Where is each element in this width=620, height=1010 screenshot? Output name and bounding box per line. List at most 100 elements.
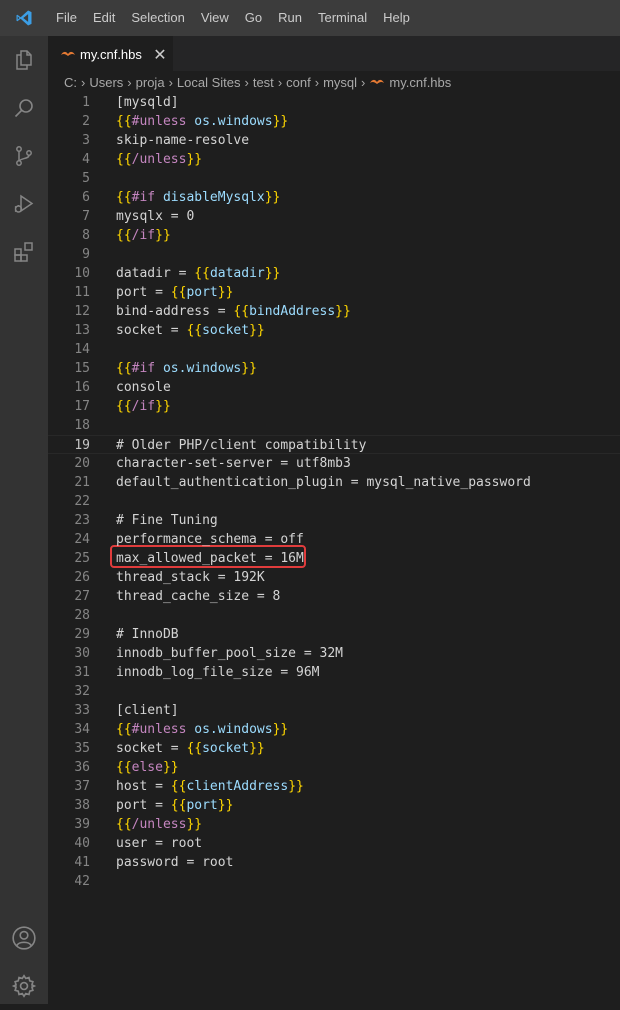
line-number: 41 xyxy=(74,855,90,870)
code-text: {{#unless os.windows}} xyxy=(116,720,288,739)
line-number: 38 xyxy=(74,798,90,813)
menu-go[interactable]: Go xyxy=(237,0,270,36)
code-line[interactable]: 6 {{#if disableMysqlx}} xyxy=(48,188,620,207)
code-line[interactable]: 36 {{else}} xyxy=(48,758,620,777)
line-number: 6 xyxy=(82,190,90,205)
code-line[interactable]: 9 xyxy=(48,245,620,264)
breadcrumb-item[interactable]: Local Sites xyxy=(177,75,241,90)
code-line[interactable]: 26 thread_stack = 192K xyxy=(48,568,620,587)
code-editor[interactable]: 1 [mysqld] 2 {{#unless os.windows}} 3 skip-na… xyxy=(48,93,620,1004)
breadcrumb-item[interactable]: proja xyxy=(136,75,165,90)
code-line[interactable]: 11 port = {{port}} xyxy=(48,283,620,302)
code-line[interactable]: 27 thread_cache_size = 8 xyxy=(48,587,620,606)
line-number: 19 xyxy=(74,438,90,453)
code-token: # InnoDB xyxy=(116,627,179,642)
code-line[interactable]: 21 default_authentication_plugin = mysql_… xyxy=(48,473,620,492)
line-number: 26 xyxy=(74,570,90,585)
code-token: password = root xyxy=(116,855,234,870)
line-number: 21 xyxy=(74,475,90,490)
search-icon[interactable] xyxy=(0,84,48,132)
run-debug-icon[interactable] xyxy=(0,180,48,228)
code-line[interactable]: 33 [client] xyxy=(48,701,620,720)
account-icon[interactable] xyxy=(0,914,48,962)
code-line[interactable]: 24 performance_schema = off xyxy=(48,530,620,549)
code-token: {{ xyxy=(116,228,132,243)
code-text: socket = {{socket}} xyxy=(116,321,265,340)
menu-terminal[interactable]: Terminal xyxy=(310,0,375,36)
code-line[interactable]: 8 {{/if}} xyxy=(48,226,620,245)
code-line[interactable]: 1 [mysqld] xyxy=(48,93,620,112)
chevron-right-icon: › xyxy=(81,74,86,90)
code-line[interactable]: 12 bind-address = {{bindAddress}} xyxy=(48,302,620,321)
line-number: 10 xyxy=(74,266,90,281)
chevron-right-icon: › xyxy=(127,74,132,90)
code-line[interactable]: 2 {{#unless os.windows}} xyxy=(48,112,620,131)
code-text: {{#unless os.windows}} xyxy=(116,112,288,131)
code-text: skip-name-resolve xyxy=(116,131,249,150)
code-line[interactable]: 14 xyxy=(48,340,620,359)
code-token: thread_stack = 192K xyxy=(116,570,265,585)
code-line[interactable]: 39 {{/unless}} xyxy=(48,815,620,834)
code-line[interactable]: 31 innodb_log_file_size = 96M xyxy=(48,663,620,682)
code-text: {{/if}} xyxy=(116,226,171,245)
code-line[interactable]: 32 xyxy=(48,682,620,701)
menu-help[interactable]: Help xyxy=(375,0,418,36)
code-line[interactable]: 25 max_allowed_packet = 16M xyxy=(48,549,620,568)
code-line[interactable]: 34 {{#unless os.windows}} xyxy=(48,720,620,739)
code-line[interactable]: 38 port = {{port}} xyxy=(48,796,620,815)
source-control-icon[interactable] xyxy=(0,132,48,180)
code-text: socket = {{socket}} xyxy=(116,739,265,758)
code-line[interactable]: 15 {{#if os.windows}} xyxy=(48,359,620,378)
code-text: max_allowed_packet = 16M xyxy=(116,549,304,568)
code-line[interactable]: 18 xyxy=(48,416,620,435)
code-line[interactable]: 20 character-set-server = utf8mb3 xyxy=(48,454,620,473)
manage-gear-icon[interactable] xyxy=(0,962,48,1010)
breadcrumb-item[interactable]: mysql xyxy=(323,75,357,90)
code-line[interactable]: 30 innodb_buffer_pool_size = 32M xyxy=(48,644,620,663)
code-line[interactable]: 5 xyxy=(48,169,620,188)
breadcrumb-item[interactable]: C: xyxy=(64,75,77,90)
code-line[interactable]: 35 socket = {{socket}} xyxy=(48,739,620,758)
code-token: skip-name-resolve xyxy=(116,133,250,148)
menu-run[interactable]: Run xyxy=(270,0,310,36)
close-icon[interactable]: ✕ xyxy=(152,45,168,64)
code-line[interactable]: 42 xyxy=(48,872,620,891)
explorer-icon[interactable] xyxy=(0,36,48,84)
line-number: 3 xyxy=(82,133,90,148)
menu-selection[interactable]: Selection xyxy=(123,0,192,36)
code-line[interactable]: 41 password = root xyxy=(48,853,620,872)
code-text: port = {{port}} xyxy=(116,283,233,302)
code-line[interactable]: 37 host = {{clientAddress}} xyxy=(48,777,620,796)
menu-view[interactable]: View xyxy=(193,0,237,36)
code-line[interactable]: 29 # InnoDB xyxy=(48,625,620,644)
breadcrumb-item[interactable]: my.cnf.hbs xyxy=(389,75,451,90)
code-text: performance_schema = off xyxy=(116,530,304,549)
tab-my-cnf-hbs[interactable]: my.cnf.hbs ✕ xyxy=(48,36,173,71)
code-token: os.windows xyxy=(194,722,273,737)
line-number: 35 xyxy=(74,741,90,756)
code-line[interactable]: 4 {{/unless}} xyxy=(48,150,620,169)
code-line[interactable]: 7 mysqlx = 0 xyxy=(48,207,620,226)
menu-file[interactable]: File xyxy=(48,0,85,36)
code-line[interactable]: 3 skip-name-resolve xyxy=(48,131,620,150)
line-number: 15 xyxy=(74,361,90,376)
menu-edit[interactable]: Edit xyxy=(85,0,123,36)
code-line[interactable]: 13 socket = {{socket}} xyxy=(48,321,620,340)
code-line[interactable]: 19 # Older PHP/client compatibility xyxy=(48,435,620,454)
code-text: # Older PHP/client compatibility xyxy=(116,436,366,455)
code-line[interactable]: 16 console xyxy=(48,378,620,397)
code-line[interactable]: 10 datadir = {{datadir}} xyxy=(48,264,620,283)
code-line[interactable]: 23 # Fine Tuning xyxy=(48,511,620,530)
breadcrumb-item[interactable]: conf xyxy=(286,75,311,90)
code-line[interactable]: 28 xyxy=(48,606,620,625)
breadcrumb-item[interactable]: test xyxy=(253,75,274,90)
code-line[interactable]: 17 {{/if}} xyxy=(48,397,620,416)
code-line[interactable]: 40 user = root xyxy=(48,834,620,853)
code-token: {{ xyxy=(170,798,187,813)
breadcrumb-item[interactable]: Users xyxy=(89,75,123,90)
code-line[interactable]: 22 xyxy=(48,492,620,511)
vscode-logo-icon xyxy=(0,0,48,36)
code-token: {{ xyxy=(116,399,132,414)
handlebars-file-icon xyxy=(369,77,385,87)
extensions-icon[interactable] xyxy=(0,228,48,276)
